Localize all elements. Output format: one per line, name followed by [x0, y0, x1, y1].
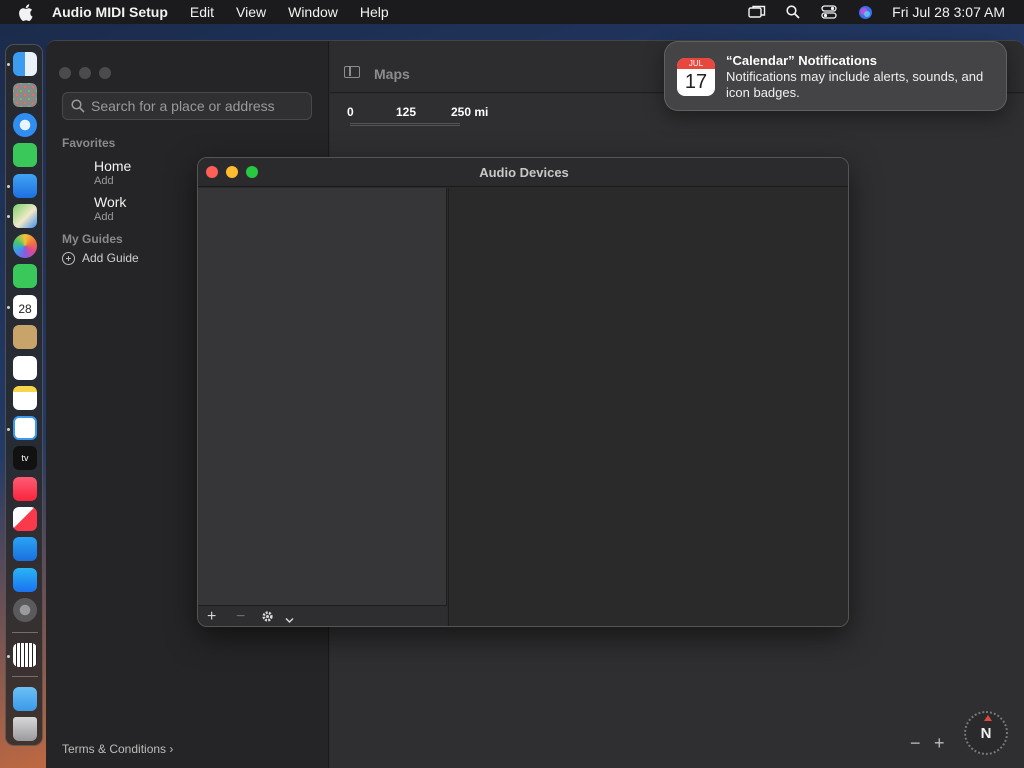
control-center-icon[interactable]: [820, 4, 838, 20]
trash-icon[interactable]: [13, 717, 37, 741]
maps-title: Maps: [374, 66, 410, 82]
chevron-right-icon: ›: [169, 742, 174, 756]
running-indicator: [7, 63, 10, 66]
notification-title: “Calendar” Notifications: [726, 53, 877, 68]
favorite-work[interactable]: Work: [94, 194, 126, 210]
add-guide-label: Add Guide: [82, 251, 139, 265]
calendar-icon-month: JUL: [677, 58, 715, 69]
screen-mirroring-icon[interactable]: [748, 4, 766, 20]
zoom-out-button[interactable]: −: [910, 733, 921, 754]
menu-app-name[interactable]: Audio MIDI Setup: [52, 4, 168, 20]
add-circle-icon: [62, 251, 75, 265]
apple-tv-icon[interactable]: tv: [13, 446, 37, 470]
favorite-home[interactable]: Home: [94, 158, 131, 174]
running-indicator: [7, 655, 10, 658]
launchpad-icon[interactable]: [13, 83, 37, 107]
calendar-notification[interactable]: JUL 17 “Calendar” Notifications Notifica…: [664, 41, 1007, 111]
search-placeholder: Search for a place or address: [91, 98, 275, 114]
maps-zoom-button[interactable]: [99, 67, 111, 79]
add-guide-button[interactable]: Add Guide: [62, 251, 139, 265]
reminders-icon[interactable]: [13, 356, 37, 380]
favorites-heading: Favorites: [62, 136, 116, 150]
calendar-icon-day: 17: [684, 71, 708, 93]
messages-icon[interactable]: [13, 143, 37, 167]
freeform-icon[interactable]: [13, 416, 37, 440]
app-store-icon[interactable]: [13, 568, 37, 592]
chevron-down-icon[interactable]: [285, 611, 294, 626]
photos-icon[interactable]: [13, 234, 37, 258]
dock-separator: [12, 632, 38, 633]
window-title: Audio Devices: [479, 165, 569, 180]
favorite-work-add[interactable]: Add: [94, 211, 114, 223]
audio-devices-titlebar[interactable]: Audio Devices: [198, 158, 848, 187]
finder-icon[interactable]: [13, 52, 37, 76]
running-indicator: [7, 428, 10, 431]
contacts-icon[interactable]: [13, 325, 37, 349]
siri-icon[interactable]: [856, 4, 874, 20]
system-settings-icon[interactable]: [13, 598, 37, 622]
mail-icon[interactable]: [13, 174, 37, 198]
favorite-home-add[interactable]: Add: [94, 175, 114, 187]
running-indicator: [7, 306, 10, 309]
dock-separator: [12, 676, 38, 677]
device-detail-pane: [448, 188, 848, 626]
terms-label: Terms & Conditions: [62, 742, 167, 756]
my-guides-heading: My Guides: [62, 232, 123, 246]
audio-midi-setup-icon[interactable]: [13, 643, 37, 667]
scale-label-125: 125: [396, 105, 417, 119]
news-icon[interactable]: [13, 507, 37, 531]
remove-device-button[interactable]: −: [236, 608, 245, 626]
gear-icon[interactable]: [261, 610, 274, 626]
add-device-button[interactable]: +: [207, 608, 216, 626]
apple-menu-icon[interactable]: [18, 3, 36, 21]
dock: 28 tv: [5, 44, 43, 746]
menu-edit[interactable]: Edit: [190, 4, 214, 20]
running-indicator: [7, 215, 10, 218]
menu-bar: Audio MIDI Setup Edit View Window Help F…: [0, 0, 1024, 24]
music-icon[interactable]: [13, 477, 37, 501]
menu-window[interactable]: Window: [288, 4, 338, 20]
scale-label-250: 250 mi: [451, 105, 489, 119]
search-icon: [71, 99, 85, 113]
menu-view[interactable]: View: [236, 4, 266, 20]
menu-clock[interactable]: Fri Jul 28 3:07 AM: [892, 4, 1005, 20]
facetime-icon[interactable]: [13, 264, 37, 288]
sidebar-toggle-icon[interactable]: [344, 66, 360, 78]
audio-devices-window: Audio Devices + −: [197, 157, 849, 627]
maps-minimize-button[interactable]: [79, 67, 91, 79]
maps-close-button[interactable]: [59, 67, 71, 79]
menu-help[interactable]: Help: [360, 4, 389, 20]
device-list[interactable]: [198, 188, 447, 605]
downloads-folder-icon[interactable]: [13, 687, 37, 711]
scale-label-0: 0: [347, 105, 354, 119]
calendar-app-icon: JUL 17: [677, 58, 715, 96]
device-list-toolbar: + −: [198, 605, 447, 626]
running-indicator: [7, 185, 10, 188]
calendar-icon[interactable]: 28: [13, 295, 37, 319]
compass-button[interactable]: N: [964, 711, 1008, 755]
terms-and-conditions-link[interactable]: Terms & Conditions ›: [62, 742, 173, 756]
keynote-icon[interactable]: [13, 537, 37, 561]
spotlight-search-icon[interactable]: [784, 4, 802, 20]
zoom-in-button[interactable]: +: [934, 733, 945, 754]
notes-icon[interactable]: [13, 386, 37, 410]
maps-icon[interactable]: [13, 204, 37, 228]
safari-icon[interactable]: [13, 113, 37, 137]
scale-bar: [350, 123, 460, 126]
maps-search-input[interactable]: Search for a place or address: [62, 92, 312, 120]
compass-label: N: [980, 724, 992, 742]
notification-body: Notifications may include alerts, sounds…: [726, 69, 984, 100]
